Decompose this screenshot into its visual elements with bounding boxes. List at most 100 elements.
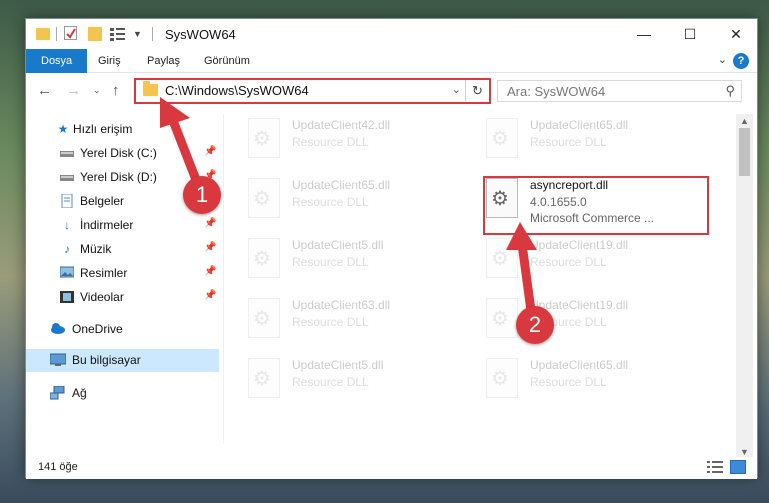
pane-divider[interactable] (223, 114, 224, 444)
sidebar-item-label: Yerel Disk (D:) (80, 170, 157, 184)
computer-icon (49, 353, 67, 367)
file-description: Resource DLL (292, 195, 369, 209)
navigation-pane: ★ Hızlı erişim Yerel Disk (C:) 📌 Yerel D… (26, 114, 221, 454)
step-1-badge: 1 (183, 176, 221, 214)
up-arrow-icon[interactable]: ↑ (112, 82, 120, 99)
file-item[interactable]: ⚙ UpdateClient63.dll Resource DLL (248, 298, 468, 354)
item-count: 141 öğe (38, 461, 78, 473)
file-description: Resource DLL (530, 255, 607, 269)
sidebar-item-onedrive[interactable]: OneDrive (26, 318, 219, 341)
file-description: Resource DLL (292, 255, 369, 269)
dll-file-icon: ⚙ (248, 358, 280, 398)
properties-icon[interactable] (64, 26, 77, 40)
sidebar-item-label: Yerel Disk (C:) (80, 146, 157, 160)
forward-arrow-icon[interactable]: → (66, 82, 81, 99)
sidebar-item-label: Resimler (80, 266, 128, 280)
file-name: UpdateClient65.dll (292, 178, 391, 192)
pin-icon[interactable]: 📌 (204, 266, 216, 277)
tiles-view-icon[interactable] (730, 460, 746, 474)
file-explorer-window: ▼ SysWOW64 — ☐ ✕ Dosya Giriş Paylaş Görü… (25, 18, 759, 479)
search-input[interactable]: Ara: SysWOW64 ⚲ (497, 80, 742, 102)
file-name: UpdateClient5.dll (292, 358, 384, 372)
dll-file-icon: ⚙ (248, 118, 280, 158)
cloud-icon (50, 322, 65, 336)
help-icon[interactable]: ? (733, 53, 749, 69)
file-item[interactable]: ⚙ UpdateClient65.dll Resource DLL (248, 178, 468, 234)
customize-toolbar-icon[interactable]: ▼ (133, 29, 142, 45)
folder-icon (36, 28, 50, 40)
file-name: UpdateClient5.dll (292, 238, 384, 252)
sidebar-item-videos[interactable]: Videolar 📌 (26, 286, 219, 309)
maximize-button[interactable]: ☐ (667, 19, 713, 49)
recent-locations-icon[interactable]: ⌄ (93, 85, 101, 96)
close-button[interactable]: ✕ (713, 19, 759, 49)
address-dropdown-icon[interactable]: ⌄ (452, 83, 461, 96)
sidebar-item-label: OneDrive (72, 322, 123, 336)
refresh-icon[interactable]: ↻ (465, 80, 489, 101)
tab-gorunum[interactable]: Görünüm (204, 49, 250, 73)
scroll-thumb[interactable] (739, 128, 750, 176)
dll-file-icon: ⚙ (486, 118, 518, 158)
sidebar-item-label: Müzik (80, 242, 112, 256)
new-folder-icon[interactable] (88, 27, 102, 41)
separator (56, 27, 57, 41)
scroll-up-icon[interactable]: ▲ (740, 116, 749, 126)
file-item[interactable]: ⚙ UpdateClient19.dll Resource DLL (486, 238, 706, 294)
step-2-badge: 2 (516, 306, 554, 344)
sidebar-item-this-pc[interactable]: Bu bilgisayar (26, 349, 219, 372)
drive-icon (60, 146, 74, 160)
pin-icon[interactable]: 📌 (204, 146, 216, 157)
file-name: UpdateClient63.dll (292, 298, 391, 312)
pictures-icon (59, 266, 75, 280)
tab-paylas[interactable]: Paylaş (147, 49, 180, 73)
file-item[interactable]: ⚙ UpdateClient42.dll Resource DLL (248, 118, 468, 174)
navigation-bar: ← → ⌄ ↑ C:\Windows\SysWOW64 ⌄ ↻ Ara: Sys… (26, 73, 757, 109)
file-item[interactable]: ⚙ UpdateClient65.dll Resource DLL (486, 118, 706, 174)
ribbon-tabs: Dosya Giriş Paylaş Görünüm ⌄ ? (26, 49, 757, 73)
sidebar-item-network[interactable]: Ağ (26, 382, 219, 405)
sidebar-item-pictures[interactable]: Resimler 📌 (26, 262, 219, 285)
file-description: Resource DLL (292, 375, 369, 389)
view-options-icon[interactable] (110, 27, 126, 41)
download-icon: ↓ (64, 218, 70, 232)
sidebar-item-label: İndirmeler (80, 218, 134, 232)
dll-file-icon: ⚙ (248, 238, 280, 278)
file-name: UpdateClient19.dll (530, 238, 629, 252)
sidebar-item-quick-access[interactable]: ★ Hızlı erişim (26, 118, 219, 141)
expand-ribbon-icon[interactable]: ⌄ (718, 53, 727, 66)
file-name: UpdateClient65.dll (530, 358, 629, 372)
pin-icon[interactable]: 📌 (204, 218, 216, 229)
tab-dosya[interactable]: Dosya (26, 49, 88, 73)
search-icon[interactable]: ⚲ (725, 83, 735, 99)
sidebar-item-music[interactable]: ♪ Müzik 📌 (26, 238, 219, 261)
network-icon (49, 385, 65, 400)
file-item[interactable]: ⚙ UpdateClient5.dll Resource DLL (248, 358, 468, 414)
dll-file-icon: ⚙ (248, 178, 280, 218)
tab-giris[interactable]: Giriş (98, 49, 121, 73)
file-item[interactable]: ⚙ UpdateClient5.dll Resource DLL (248, 238, 468, 294)
address-path[interactable]: C:\Windows\SysWOW64 (165, 83, 309, 98)
back-arrow-icon[interactable]: ← (37, 82, 52, 99)
sidebar-item-local-disk-c[interactable]: Yerel Disk (C:) 📌 (26, 142, 219, 165)
file-item[interactable]: ⚙ UpdateClient65.dll Resource DLL (486, 358, 706, 414)
music-icon: ♪ (64, 242, 70, 256)
drive-icon (60, 170, 74, 184)
sidebar-item-downloads[interactable]: ↓ İndirmeler 📌 (26, 214, 219, 237)
vertical-scrollbar[interactable]: ▲ ▼ (736, 114, 753, 459)
dll-file-icon: ⚙ (486, 298, 518, 338)
dll-file-icon: ⚙ (248, 298, 280, 338)
sidebar-item-label: Hızlı erişim (73, 122, 133, 136)
pin-icon[interactable]: 📌 (204, 242, 216, 253)
status-bar: 141 öğe (26, 457, 757, 479)
file-description: Resource DLL (530, 375, 607, 389)
file-description: Resource DLL (292, 135, 369, 149)
minimize-button[interactable]: — (621, 19, 667, 49)
scroll-down-icon[interactable]: ▼ (740, 447, 749, 457)
pin-icon[interactable]: 📌 (204, 290, 216, 301)
details-view-icon[interactable] (707, 461, 723, 473)
search-placeholder: Ara: SysWOW64 (507, 84, 606, 99)
documents-icon (60, 193, 74, 209)
address-bar[interactable]: C:\Windows\SysWOW64 ⌄ ↻ (134, 78, 491, 104)
file-list: ⚙ UpdateClient42.dll Resource DLL ⚙ Upda… (226, 114, 736, 459)
file-description: Resource DLL (530, 135, 607, 149)
